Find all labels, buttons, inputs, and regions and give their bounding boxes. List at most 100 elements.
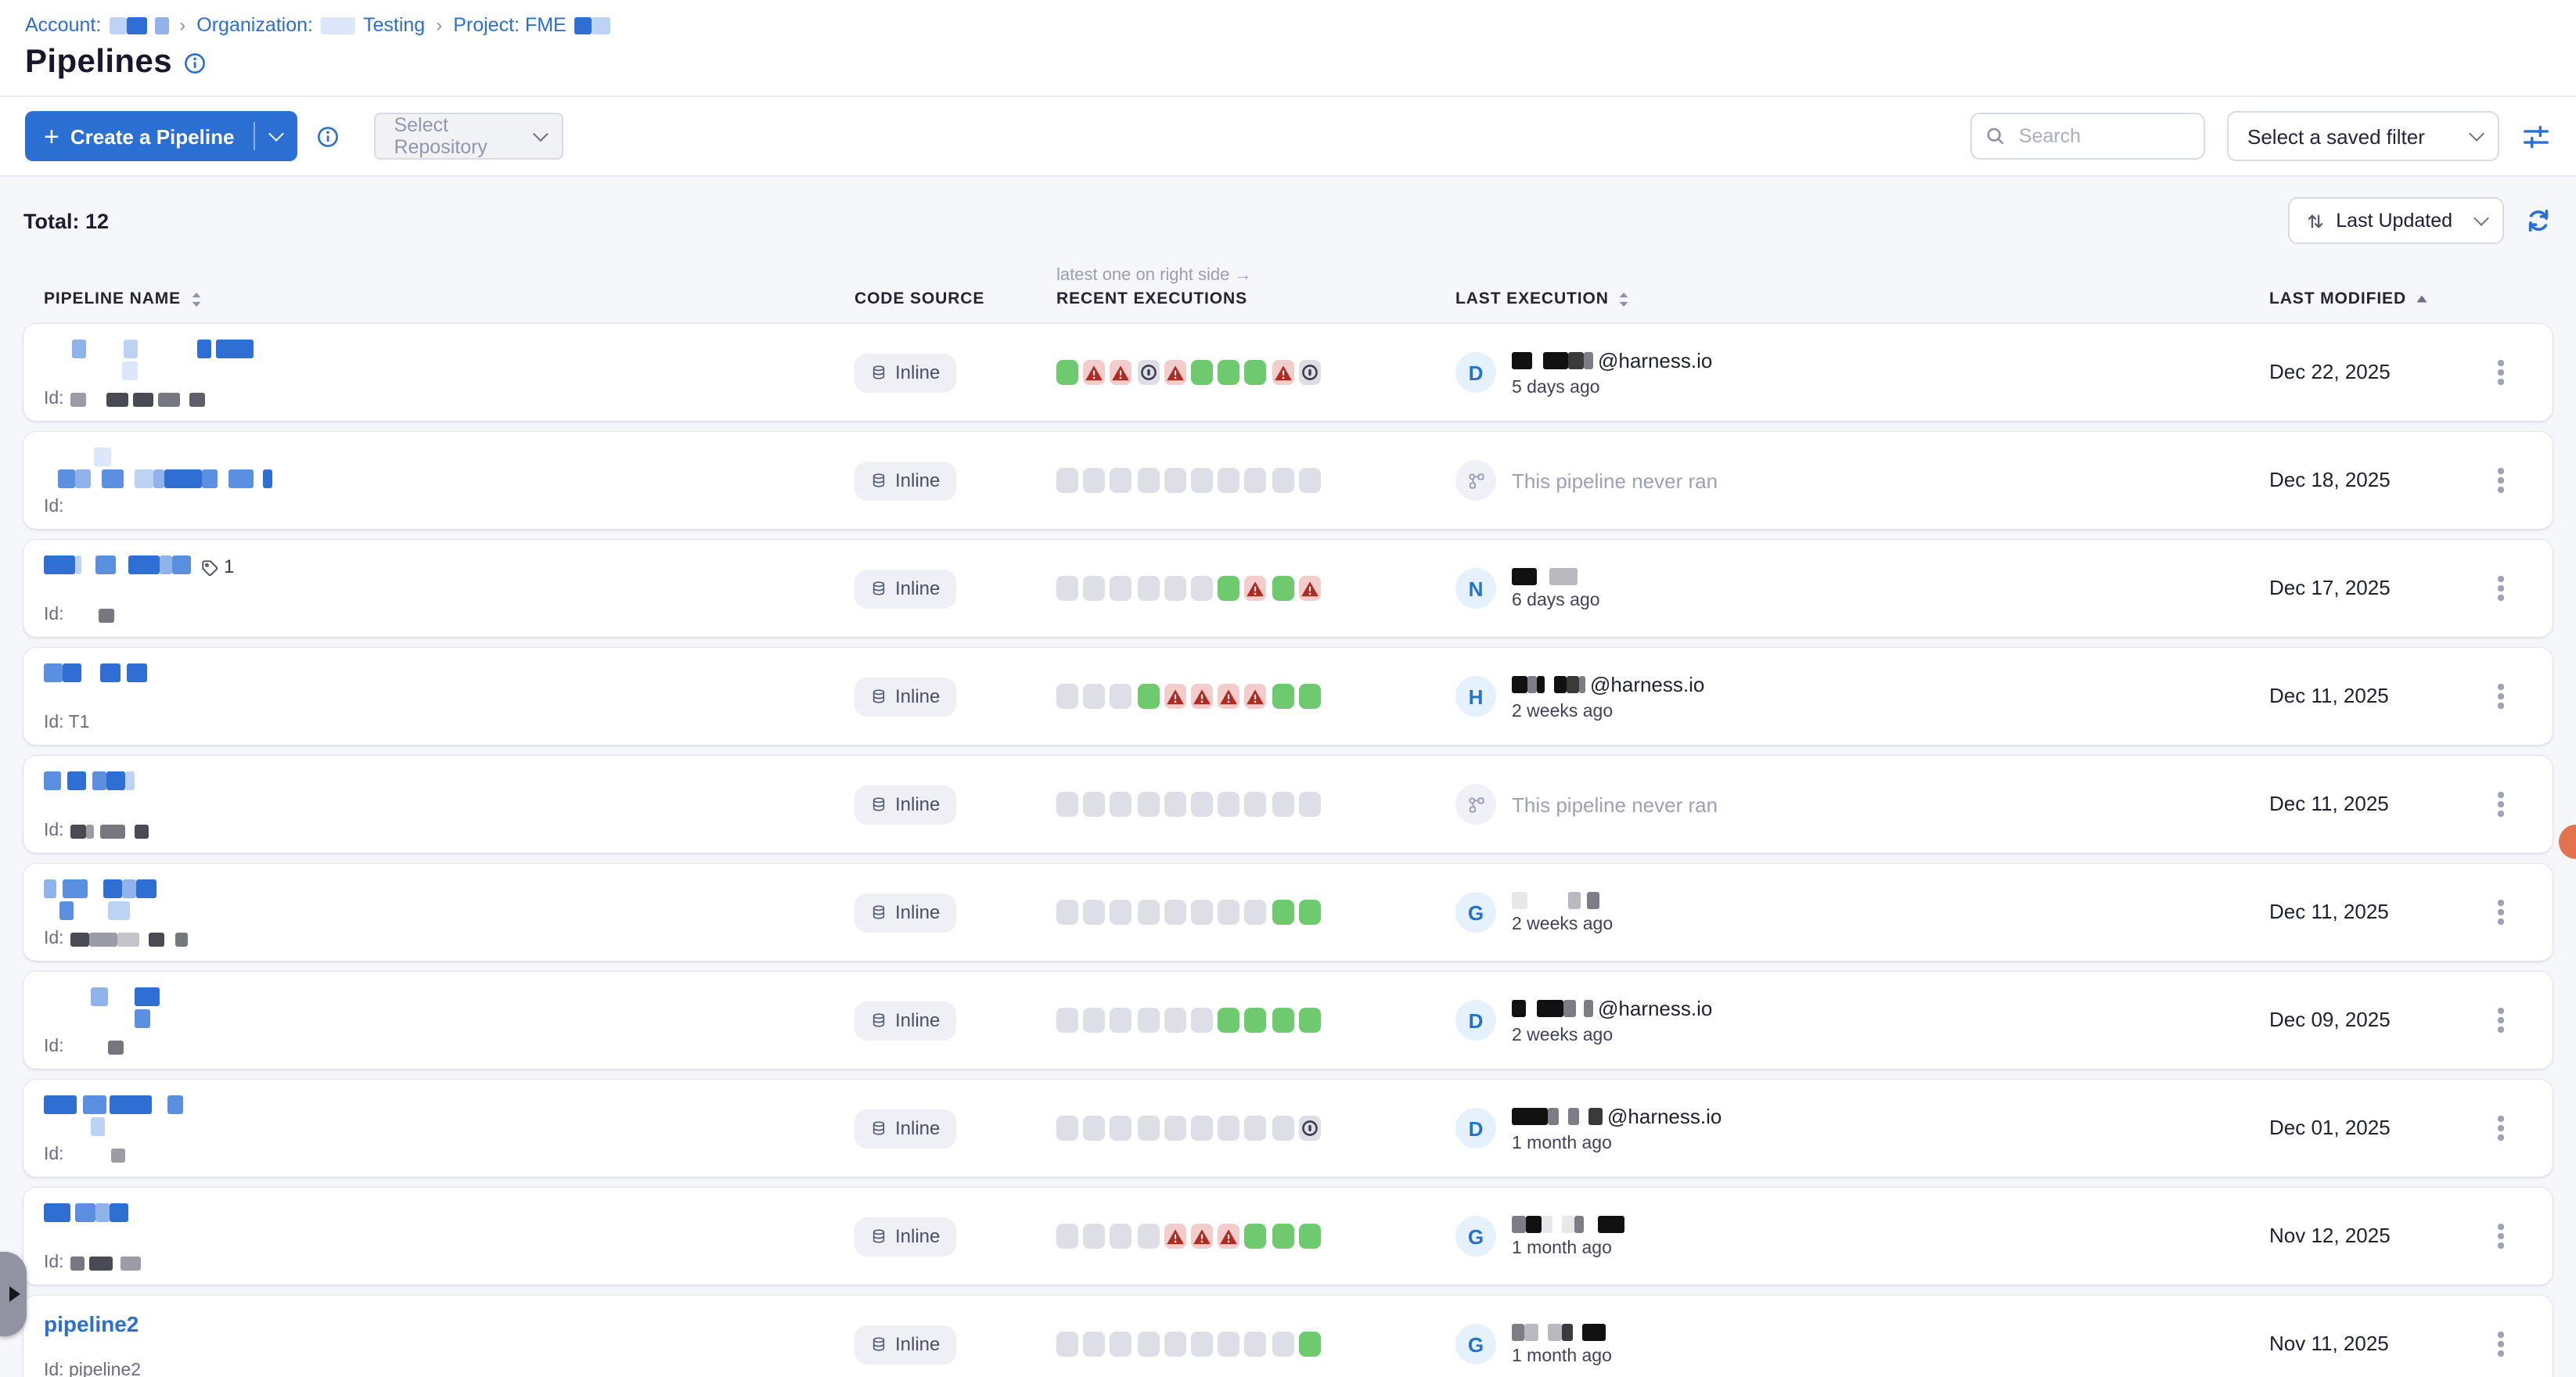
pipeline-row[interactable]: Id:InlineG2 weeks agoDec 11, 2025 <box>23 864 2553 961</box>
execution-success-square[interactable] <box>1272 576 1293 601</box>
expand-panel-handle[interactable] <box>0 1252 27 1336</box>
row-menu-button[interactable] <box>2492 1218 2510 1255</box>
execution-success-square[interactable] <box>1272 684 1293 709</box>
execution-failed-square[interactable] <box>1110 360 1132 385</box>
notification-bubble[interactable] <box>2559 825 2576 859</box>
column-header-pipeline-name[interactable]: PIPELINE NAME <box>44 289 854 308</box>
sort-dropdown[interactable]: Last Updated <box>2287 197 2504 244</box>
pipeline-row[interactable]: Id:InlineD@harness.io5 days agoDec 22, 2… <box>23 324 2553 421</box>
breadcrumb-org-redacted <box>321 16 355 34</box>
pipeline-row[interactable]: Id:InlineThis pipeline never ranDec 18, … <box>23 432 2553 529</box>
execution-failed-square[interactable] <box>1164 360 1186 385</box>
execution-failed-square[interactable] <box>1218 684 1239 709</box>
pipeline-row[interactable]: Id:InlineD@harness.io2 weeks agoDec 09, … <box>23 972 2553 1069</box>
user-name-redacted <box>1512 1107 1603 1124</box>
execution-success-square[interactable] <box>1218 1008 1239 1033</box>
breadcrumb-organization-link[interactable]: Organization: <box>196 14 313 36</box>
execution-empty-square <box>1298 792 1320 817</box>
row-menu-button[interactable] <box>2492 570 2510 607</box>
execution-success-square[interactable] <box>1272 900 1293 925</box>
execution-empty-square <box>1083 468 1105 493</box>
column-header-last-execution[interactable]: LAST EXECUTION <box>1455 289 2269 308</box>
pipeline-row[interactable]: Id:InlineThis pipeline never ranDec 11, … <box>23 756 2553 853</box>
pipeline-graph-icon-avatar <box>1455 784 1496 825</box>
execution-success-square[interactable] <box>1298 684 1320 709</box>
saved-filter-dropdown[interactable]: Select a saved filter <box>2227 111 2499 161</box>
row-menu-button[interactable] <box>2492 786 2510 823</box>
title-info-icon[interactable] <box>183 51 207 74</box>
execution-failed-square[interactable] <box>1191 684 1213 709</box>
execution-failed-square[interactable] <box>1164 684 1186 709</box>
execution-success-square[interactable] <box>1272 1008 1293 1033</box>
pipeline-name-redacted <box>44 555 191 577</box>
execution-empty-square <box>1164 1008 1186 1033</box>
row-menu-button[interactable] <box>2492 462 2510 499</box>
execution-success-square[interactable] <box>1218 576 1239 601</box>
row-menu-button[interactable] <box>2492 1002 2510 1039</box>
execution-success-square[interactable] <box>1137 684 1159 709</box>
pipeline-row[interactable]: Id:InlineD@harness.io1 month agoDec 01, … <box>23 1080 2553 1177</box>
pipeline-row[interactable]: Id:InlineG1 month agoNov 12, 2025 <box>23 1188 2553 1285</box>
execution-empty-square <box>1137 792 1159 817</box>
row-menu-button[interactable] <box>2492 1110 2510 1147</box>
pipeline-name-link[interactable]: pipeline2 <box>44 1311 139 1336</box>
execution-success-square[interactable] <box>1056 360 1078 385</box>
execution-success-square[interactable] <box>1245 1008 1267 1033</box>
user-name-redacted <box>1512 675 1585 692</box>
pipeline-id-label: Id: <box>44 1145 64 1164</box>
execution-failed-square[interactable] <box>1191 1224 1213 1249</box>
execution-success-square[interactable] <box>1245 360 1267 385</box>
execution-success-square[interactable] <box>1298 1332 1320 1357</box>
user-name-redacted <box>1512 891 1599 908</box>
pipeline-id-label: Id: <box>44 929 64 948</box>
search-icon <box>1984 125 2006 147</box>
refresh-icon[interactable] <box>2524 207 2553 235</box>
execution-aborted-square[interactable] <box>1137 360 1159 385</box>
row-menu-button[interactable] <box>2492 354 2510 391</box>
pipeline-row[interactable]: 1Id:InlineN6 days agoDec 17, 2025 <box>23 540 2553 637</box>
breadcrumb-org-name-link[interactable]: Testing <box>363 14 425 36</box>
execution-aborted-square[interactable] <box>1298 360 1320 385</box>
execution-failed-square[interactable] <box>1245 684 1267 709</box>
code-source-badge: Inline <box>854 461 955 500</box>
execution-success-square[interactable] <box>1298 1224 1320 1249</box>
row-menu-button[interactable] <box>2492 894 2510 931</box>
execution-success-square[interactable] <box>1245 1224 1267 1249</box>
select-repository-dropdown[interactable]: Select Repository <box>373 113 563 160</box>
create-info-icon[interactable] <box>315 124 339 148</box>
execution-success-square[interactable] <box>1298 900 1320 925</box>
row-menu-button[interactable] <box>2492 678 2510 715</box>
search-input[interactable] <box>2016 124 2191 149</box>
column-header-code-source: CODE SOURCE <box>854 289 1056 308</box>
execution-failed-square[interactable] <box>1298 576 1320 601</box>
execution-aborted-square[interactable] <box>1298 1116 1320 1141</box>
execution-failed-square[interactable] <box>1083 360 1105 385</box>
breadcrumb-project-redacted <box>574 16 610 34</box>
recent-executions <box>1056 360 1455 385</box>
execution-failed-square[interactable] <box>1218 1224 1239 1249</box>
column-header-last-modified[interactable]: LAST MODIFIED <box>2269 289 2473 308</box>
row-menu-button[interactable] <box>2492 1326 2510 1363</box>
pipeline-id-redacted <box>70 824 149 838</box>
breadcrumb-account-link[interactable]: Account: <box>25 14 101 36</box>
create-pipeline-button[interactable]: + Create a Pipeline <box>25 111 297 161</box>
search-box[interactable] <box>1970 113 2205 160</box>
execution-failed-square[interactable] <box>1245 576 1267 601</box>
database-icon <box>870 471 887 490</box>
create-pipeline-dropdown-chevron-icon[interactable] <box>268 126 284 142</box>
column-header-recent-executions: RECENT EXECUTIONS <box>1056 289 1455 308</box>
execution-empty-square <box>1191 1008 1213 1033</box>
sort-updown-icon <box>2304 210 2325 231</box>
execution-success-square[interactable] <box>1298 1008 1320 1033</box>
code-source-badge: Inline <box>854 785 955 824</box>
breadcrumb-project-link[interactable]: Project: FME <box>453 14 567 36</box>
pipeline-row[interactable]: pipeline2Id: pipeline2InlineG1 month ago… <box>23 1296 2553 1377</box>
filter-sliders-icon[interactable] <box>2521 121 2551 151</box>
execution-empty-square <box>1245 1116 1267 1141</box>
execution-success-square[interactable] <box>1191 360 1213 385</box>
execution-failed-square[interactable] <box>1164 1224 1186 1249</box>
execution-success-square[interactable] <box>1272 1224 1293 1249</box>
execution-failed-square[interactable] <box>1272 360 1293 385</box>
pipeline-row[interactable]: Id: T1InlineH@harness.io2 weeks agoDec 1… <box>23 648 2553 745</box>
execution-success-square[interactable] <box>1218 360 1239 385</box>
